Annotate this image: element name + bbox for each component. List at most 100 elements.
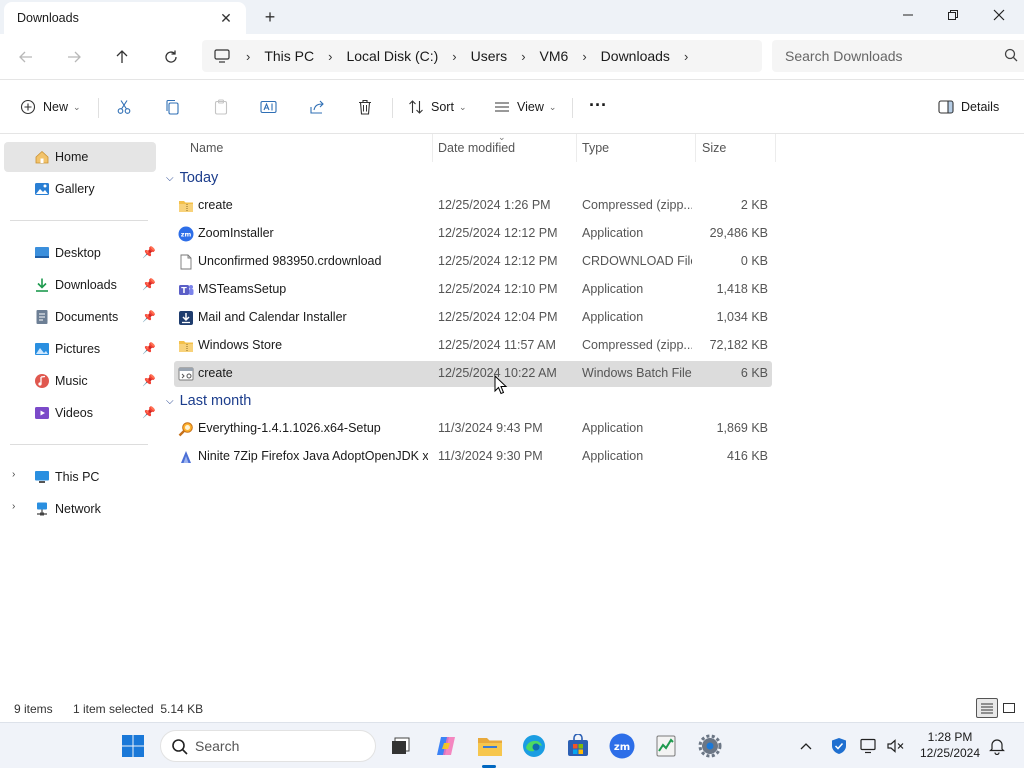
clock-time: 1:28 PM bbox=[927, 730, 973, 744]
file-explorer-taskbar-button[interactable] bbox=[475, 731, 505, 761]
more-options-button[interactable]: ··· bbox=[589, 91, 607, 119]
forward-button[interactable] bbox=[58, 42, 90, 72]
sidebar-item-music[interactable]: Music 📌 bbox=[4, 366, 156, 396]
file-row[interactable]: T MSTeamsSetup 12/25/2024 12:10 PM Appli… bbox=[174, 277, 772, 303]
documents-icon bbox=[36, 310, 48, 324]
network-tray-icon[interactable] bbox=[858, 735, 880, 757]
file-row[interactable]: Windows Store 12/25/2024 11:57 AM Compre… bbox=[174, 333, 772, 359]
blank-file-icon bbox=[180, 254, 192, 270]
large-icons-view-toggle[interactable] bbox=[998, 698, 1020, 718]
defender-tray-icon[interactable] bbox=[828, 735, 850, 757]
sort-button[interactable]: Sort ⌄ bbox=[408, 93, 466, 121]
close-window-button[interactable] bbox=[976, 0, 1022, 30]
address-bar[interactable]: › This PC › Local Disk (C:) › Users › VM6 › … bbox=[202, 40, 762, 72]
start-button[interactable] bbox=[118, 731, 148, 761]
sidebar-item-this-pc[interactable]: › This PC bbox=[4, 462, 156, 492]
minimize-button[interactable] bbox=[885, 0, 931, 30]
group-header-today[interactable]: ⌵ Today bbox=[166, 166, 218, 190]
file-row[interactable]: Unconfirmed 983950.crdownload 12/25/2024… bbox=[174, 249, 772, 275]
sidebar-item-videos[interactable]: Videos 📌 bbox=[4, 398, 156, 428]
breadcrumb-this-pc[interactable]: This PC › bbox=[264, 48, 346, 64]
network-icon bbox=[37, 502, 47, 516]
command-bar: New ⌄ Sort ⌄ View ⌄ ··· Details bbox=[0, 80, 1024, 134]
details-view-icon bbox=[981, 703, 993, 714]
clipboard-icon bbox=[214, 99, 228, 115]
monitor-icon bbox=[214, 49, 230, 63]
close-tab-button[interactable]: ✕ bbox=[216, 8, 236, 28]
copilot-icon bbox=[437, 737, 455, 755]
tab-downloads[interactable]: Downloads ✕ bbox=[4, 2, 246, 34]
speaker-muted-icon bbox=[887, 739, 904, 753]
copilot-button[interactable] bbox=[431, 731, 461, 761]
download-arrow-icon bbox=[36, 278, 48, 292]
file-row[interactable]: Mail and Calendar Installer 12/25/2024 1… bbox=[174, 305, 772, 331]
sidebar-item-home[interactable]: Home bbox=[4, 142, 156, 172]
edge-button[interactable] bbox=[519, 731, 549, 761]
column-header-type[interactable]: Type bbox=[582, 134, 609, 162]
mouse-pointer-icon bbox=[494, 375, 508, 395]
sidebar-item-gallery[interactable]: Gallery bbox=[4, 174, 156, 204]
installer-icon bbox=[179, 311, 193, 325]
status-bar: 9 items 1 item selected 5.14 KB bbox=[0, 694, 1024, 722]
microsoft-store-button[interactable] bbox=[563, 731, 593, 761]
new-tab-button[interactable]: + bbox=[258, 5, 282, 29]
taskbar-search-input[interactable]: Search bbox=[160, 730, 376, 762]
file-row[interactable]: zm ZoomInstaller 12/25/2024 12:12 PM App… bbox=[174, 221, 772, 247]
maximize-button[interactable] bbox=[930, 0, 976, 30]
task-manager-button[interactable] bbox=[651, 731, 681, 761]
breadcrumb-vm6[interactable]: VM6 › bbox=[540, 48, 601, 64]
search-input[interactable]: Search Downloads bbox=[772, 40, 1024, 72]
sidebar-item-network[interactable]: › Network bbox=[4, 494, 156, 524]
file-list: Name Date modified ⌄ Type Size ⌵ Today cr… bbox=[160, 132, 1024, 694]
sidebar-item-desktop[interactable]: Desktop 📌 bbox=[4, 238, 156, 268]
delete-button[interactable] bbox=[357, 93, 373, 121]
svg-text:zm: zm bbox=[181, 231, 192, 239]
share-button[interactable] bbox=[309, 93, 325, 121]
file-row[interactable]: create 12/25/2024 1:26 PM Compressed (zi… bbox=[174, 193, 772, 219]
copy-button[interactable] bbox=[164, 93, 180, 121]
group-header-last-month[interactable]: ⌵ Last month bbox=[166, 389, 251, 413]
system-clock[interactable]: 1:28 PM 12/25/2024 bbox=[912, 729, 988, 761]
new-button[interactable]: New ⌄ bbox=[20, 93, 81, 121]
file-row[interactable]: Everything-1.4.1.1026.x64-Setup 11/3/202… bbox=[174, 416, 772, 442]
view-button[interactable]: View ⌄ bbox=[494, 93, 556, 121]
close-icon bbox=[993, 9, 1005, 21]
details-pane-icon bbox=[938, 100, 954, 114]
ninite-app-icon bbox=[181, 451, 191, 463]
arrow-up-icon bbox=[116, 50, 128, 63]
selection-info: 1 item selected 5.14 KB bbox=[73, 702, 204, 716]
details-pane-button[interactable]: Details bbox=[938, 93, 999, 121]
up-button[interactable] bbox=[106, 42, 138, 72]
breadcrumb-users[interactable]: Users › bbox=[471, 48, 540, 64]
chevron-right-icon: › bbox=[12, 501, 16, 512]
title-bar: Downloads ✕ + bbox=[0, 0, 1024, 34]
sidebar-item-pictures[interactable]: Pictures 📌 bbox=[4, 334, 156, 364]
notifications-button[interactable] bbox=[986, 735, 1008, 757]
paste-button[interactable] bbox=[213, 93, 229, 121]
zoom-taskbar-button[interactable]: zm bbox=[607, 731, 637, 761]
breadcrumb-downloads[interactable]: Downloads › bbox=[601, 48, 703, 64]
svg-text:T: T bbox=[181, 286, 187, 295]
details-view-toggle[interactable] bbox=[976, 698, 998, 718]
arrow-right-icon bbox=[68, 51, 81, 63]
settings-button[interactable] bbox=[695, 731, 725, 761]
sidebar-item-documents[interactable]: Documents 📌 bbox=[4, 302, 156, 332]
volume-tray-icon[interactable] bbox=[885, 735, 907, 757]
svg-text:zm: zm bbox=[614, 742, 630, 753]
folder-icon bbox=[478, 738, 502, 756]
rename-button[interactable] bbox=[260, 93, 277, 121]
breadcrumb-local-disk[interactable]: Local Disk (C:) › bbox=[346, 48, 470, 64]
show-hidden-icons-button[interactable] bbox=[795, 735, 817, 757]
file-row[interactable]: Ninite 7Zip Firefox Java AdoptOpenJDK x.… bbox=[174, 444, 772, 470]
cut-button[interactable] bbox=[116, 93, 132, 121]
address-row: › This PC › Local Disk (C:) › Users › VM6 › … bbox=[0, 34, 1024, 80]
restore-icon bbox=[948, 10, 958, 20]
file-row-selected[interactable]: create 12/25/2024 10:22 AM Windows Batch… bbox=[174, 361, 772, 387]
sidebar-item-downloads[interactable]: Downloads 📌 bbox=[4, 270, 156, 300]
column-header-size[interactable]: Size bbox=[702, 134, 726, 162]
refresh-button[interactable] bbox=[155, 42, 187, 72]
back-button[interactable] bbox=[10, 42, 42, 72]
task-view-button[interactable] bbox=[386, 731, 416, 761]
shield-icon bbox=[832, 738, 846, 754]
column-header-name[interactable]: Name bbox=[190, 134, 223, 162]
